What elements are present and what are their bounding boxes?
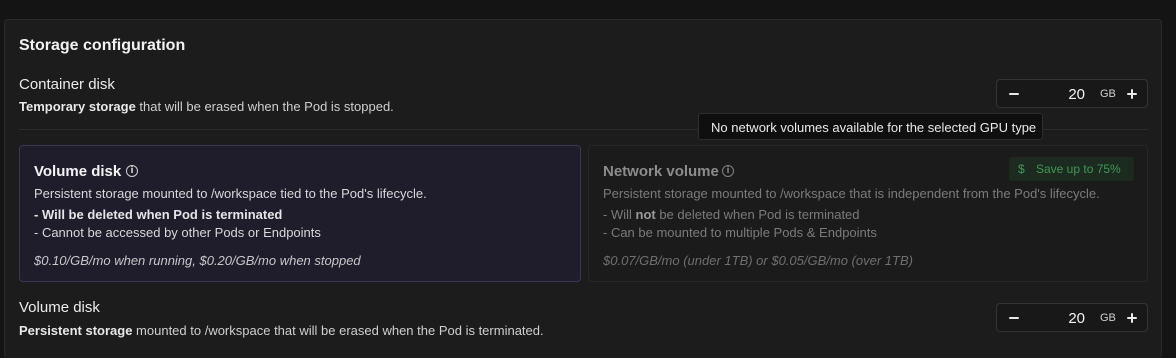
volume-disk-size-input[interactable]: [1037, 308, 1085, 328]
volume-disk-card-title: Volume disk: [34, 163, 122, 180]
network-volume-line-1-pre: - Will: [603, 207, 636, 222]
network-volume-card-line-2: - Can be mounted to multiple Pods & Endp…: [603, 225, 877, 240]
info-icon[interactable]: i: [126, 165, 138, 177]
network-volume-tooltip: No network volumes available for the sel…: [698, 113, 1043, 140]
volume-disk-stepper: GB: [996, 303, 1148, 332]
container-disk-description-bold: Temporary storage: [19, 99, 136, 114]
info-icon[interactable]: i: [722, 165, 734, 177]
volume-disk-card-price: $0.10/GB/mo when running, $0.20/GB/mo wh…: [34, 253, 361, 268]
volume-disk-card-line-1: - Will be deleted when Pod is terminated: [34, 207, 283, 222]
container-disk-title: Container disk: [19, 76, 115, 93]
volume-disk-unit: GB: [1100, 312, 1116, 324]
container-disk-size-input[interactable]: [1037, 84, 1085, 104]
volume-disk-description: Persistent storage mounted to /workspace…: [19, 323, 544, 338]
volume-disk-card-line-2: - Cannot be accessed by other Pods or En…: [34, 225, 321, 240]
volume-disk-option-card[interactable]: Volume disk i Persistent storage mounted…: [19, 145, 581, 282]
section-title: Storage configuration: [19, 37, 186, 54]
container-disk-description-text: that will be erased when the Pod is stop…: [135, 99, 394, 114]
plus-icon[interactable]: [1124, 310, 1140, 326]
network-volume-card-description: Persistent storage mounted to /workspace…: [603, 186, 1100, 201]
network-volume-option-card: Network volume i $ Save up to 75% Persis…: [588, 145, 1148, 282]
container-disk-unit: GB: [1100, 88, 1116, 100]
network-volume-card-line-1: - Will not be deleted when Pod is termin…: [603, 207, 860, 222]
container-disk-description: Temporary storage that will be erased wh…: [19, 99, 394, 114]
network-volume-card-title: Network volume: [603, 163, 719, 180]
dollar-icon: $: [1018, 162, 1025, 176]
network-volume-line-1-bold: not: [635, 207, 656, 222]
savings-badge: $ Save up to 75%: [1009, 157, 1134, 181]
volume-disk-description-text: mounted to /workspace that will be erase…: [132, 323, 544, 338]
volume-disk-description-bold: Persistent storage: [19, 323, 133, 338]
plus-icon[interactable]: [1124, 86, 1140, 102]
network-volume-line-1-post: be deleted when Pod is terminated: [655, 207, 860, 222]
container-disk-stepper: GB: [996, 79, 1148, 108]
network-volume-card-price: $0.07/GB/mo (under 1TB) or $0.05/GB/mo (…: [603, 253, 913, 268]
volume-disk-card-description: Persistent storage mounted to /workspace…: [34, 186, 427, 201]
minus-icon[interactable]: [1006, 310, 1022, 326]
minus-icon[interactable]: [1006, 86, 1022, 102]
storage-configuration-panel: Storage configuration Container disk Tem…: [4, 19, 1162, 358]
savings-badge-label: Save up to 75%: [1036, 162, 1121, 176]
volume-disk-title: Volume disk: [19, 299, 100, 316]
